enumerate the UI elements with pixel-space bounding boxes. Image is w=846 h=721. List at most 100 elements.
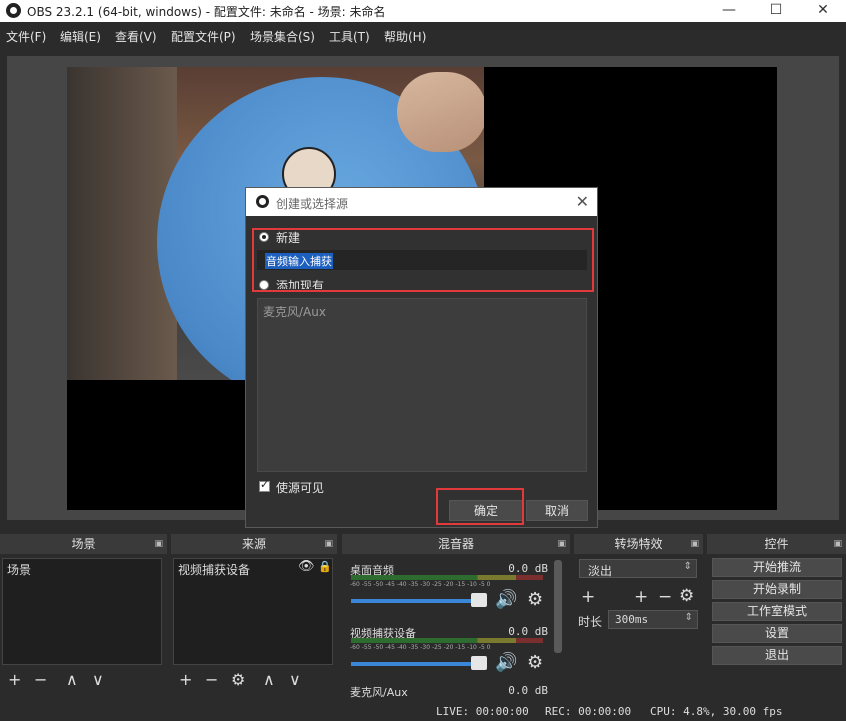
highlight-box: [252, 228, 594, 292]
dialog-title-bar: 创建或选择源 ✕: [246, 188, 597, 216]
exit-button[interactable]: 退出: [712, 646, 842, 665]
move-down-icon[interactable]: ∨: [289, 670, 301, 689]
menu-scene-collection[interactable]: 场景集合(S): [250, 28, 315, 45]
controls-dock-header: 控件 ▣: [707, 534, 846, 554]
chevron-updown-icon[interactable]: ⇕: [685, 612, 693, 623]
duration-value: 300ms: [615, 613, 649, 626]
title-bar: OBS 23.2.1 (64-bit, windows) - 配置文件: 未命名…: [0, 0, 846, 22]
pin-icon[interactable]: ▣: [324, 534, 333, 554]
transition-value: 淡出: [588, 564, 613, 578]
menu-file[interactable]: 文件(F): [6, 28, 46, 45]
volume-slider[interactable]: [351, 599, 476, 603]
minimize-button[interactable]: —: [706, 0, 752, 22]
obs-logo-icon: [256, 195, 269, 208]
move-up-icon[interactable]: ∧: [66, 670, 78, 689]
window-title: OBS 23.2.1 (64-bit, windows) - 配置文件: 未命名…: [27, 5, 386, 19]
channel-db: 0.0 dB: [508, 625, 548, 638]
list-item[interactable]: 场景: [7, 561, 31, 578]
pin-icon[interactable]: ▣: [154, 534, 163, 554]
sources-dock-header: 来源 ▣: [171, 534, 337, 554]
dialog-close-button[interactable]: ✕: [576, 192, 589, 211]
mixer-channel-mic-aux: 麦克风/Aux 0.0 dB: [347, 684, 552, 698]
remove-icon[interactable]: −: [205, 670, 218, 689]
menu-profile[interactable]: 配置文件(P): [171, 28, 236, 45]
channel-db: 0.0 dB: [508, 562, 548, 575]
remove-icon[interactable]: −: [34, 670, 47, 689]
menu-view[interactable]: 查看(V): [115, 28, 157, 45]
mixer-dock-header: 混音器 ▣: [342, 534, 570, 554]
move-up-icon[interactable]: ∧: [263, 670, 275, 689]
gear-icon[interactable]: ⚙: [527, 652, 543, 673]
volume-slider-handle[interactable]: [471, 656, 487, 670]
volume-slider[interactable]: [351, 662, 476, 666]
sources-toolbar: + − ⚙ ∧ ∨: [179, 670, 329, 694]
menu-help[interactable]: 帮助(H): [384, 28, 426, 45]
scenes-dock-header: 场景 ▣: [0, 534, 167, 554]
existing-sources-list[interactable]: 麦克风/Aux: [257, 298, 587, 472]
add-icon[interactable]: +: [581, 587, 595, 607]
gear-icon[interactable]: ⚙: [527, 589, 543, 610]
mixer-channel-desktop-audio: 桌面音频 0.0 dB -60 -55 -50 -45 -40 -35 -30 …: [347, 562, 552, 618]
duration-spinbox[interactable]: 300ms ⇕: [608, 610, 698, 629]
remove-transition-icon[interactable]: −: [658, 587, 672, 607]
make-visible-label: 使源可见: [276, 481, 325, 495]
pin-icon[interactable]: ▣: [557, 534, 566, 554]
volume-meter: [351, 575, 543, 580]
mixer-title: 混音器: [437, 537, 474, 551]
menu-tools[interactable]: 工具(T): [329, 28, 370, 45]
scenes-title: 场景: [71, 537, 96, 551]
pin-icon[interactable]: ▣: [833, 534, 842, 554]
sources-title: 来源: [241, 537, 266, 551]
make-visible-checkbox[interactable]: [259, 478, 270, 492]
close-button[interactable]: ✕: [800, 0, 846, 22]
mixer-channel-video-capture: 视频捕获设备 0.0 dB -60 -55 -50 -45 -40 -35 -3…: [347, 625, 552, 681]
channel-db: 0.0 dB: [508, 684, 548, 697]
add-icon[interactable]: +: [8, 670, 21, 689]
duration-label: 时长: [578, 615, 603, 629]
channel-name: 麦克风/Aux: [350, 686, 408, 698]
menu-bar: 文件(F) 编辑(E) 查看(V) 配置文件(P) 场景集合(S) 工具(T) …: [0, 24, 846, 48]
gear-icon[interactable]: ⚙: [679, 586, 694, 606]
meter-ticks: -60 -55 -50 -45 -40 -35 -30 -25 -20 -15 …: [350, 581, 491, 588]
add-icon[interactable]: +: [179, 670, 192, 689]
controls-title: 控件: [764, 537, 789, 551]
obs-logo-icon: [6, 3, 21, 18]
maximize-button[interactable]: ☐: [753, 0, 799, 22]
scenes-toolbar: + − ∧ ∨: [8, 670, 158, 694]
speaker-icon[interactable]: 🔊: [495, 652, 517, 673]
pin-icon[interactable]: ▣: [690, 534, 699, 554]
highlight-box: [436, 488, 524, 525]
volume-slider-handle[interactable]: [471, 593, 487, 607]
transitions-dock-header: 转场特效 ▣: [574, 534, 703, 554]
gear-icon[interactable]: ⚙: [231, 670, 245, 689]
scenes-list[interactable]: 场景: [2, 558, 162, 665]
list-item[interactable]: 视频捕获设备: [178, 561, 250, 578]
eye-icon[interactable]: 👁: [298, 559, 315, 574]
add-transition-icon[interactable]: +: [634, 587, 648, 607]
status-bar: LIVE: 00:00:00 REC: 00:00:00 CPU: 4.8%, …: [0, 702, 846, 721]
transitions-title: 转场特效: [614, 537, 663, 551]
studio-mode-button[interactable]: 工作室模式: [712, 602, 842, 621]
lock-icon[interactable]: 🔒: [318, 560, 332, 573]
list-item[interactable]: 麦克风/Aux: [263, 303, 326, 320]
transition-select[interactable]: 淡出 ⇕: [579, 559, 697, 578]
speaker-icon[interactable]: 🔊: [495, 589, 517, 610]
volume-meter: [351, 638, 543, 643]
transitions-dock: 转场特效 ▣ 淡出 ⇕ + + − ⚙ 时长 300ms ⇕: [574, 534, 703, 721]
meter-ticks: -60 -55 -50 -45 -40 -35 -30 -25 -20 -15 …: [350, 644, 491, 651]
mixer-scrollbar[interactable]: [554, 560, 562, 653]
chevron-updown-icon: ⇕: [683, 561, 692, 572]
dialog-title: 创建或选择源: [276, 197, 349, 211]
move-down-icon[interactable]: ∨: [92, 670, 104, 689]
sources-dock: 来源 ▣ 视频捕获设备 👁 🔒 + − ⚙ ∧ ∨: [171, 534, 337, 721]
menu-edit[interactable]: 编辑(E): [60, 28, 101, 45]
cpu-fps: CPU: 4.8%, 30.00 fps: [650, 705, 783, 718]
sources-list[interactable]: 视频捕获设备 👁 🔒: [173, 558, 333, 665]
live-time: LIVE: 00:00:00: [436, 705, 529, 718]
create-select-source-dialog: 创建或选择源 ✕ 新建 音频输入捕获 添加现有 麦克风/Aux 使源可见 确定 …: [245, 187, 598, 528]
start-recording-button[interactable]: 开始录制: [712, 580, 842, 599]
cancel-button[interactable]: 取消: [526, 500, 588, 521]
rec-time: REC: 00:00:00: [545, 705, 632, 718]
settings-button[interactable]: 设置: [712, 624, 842, 643]
start-streaming-button[interactable]: 开始推流: [712, 558, 842, 577]
